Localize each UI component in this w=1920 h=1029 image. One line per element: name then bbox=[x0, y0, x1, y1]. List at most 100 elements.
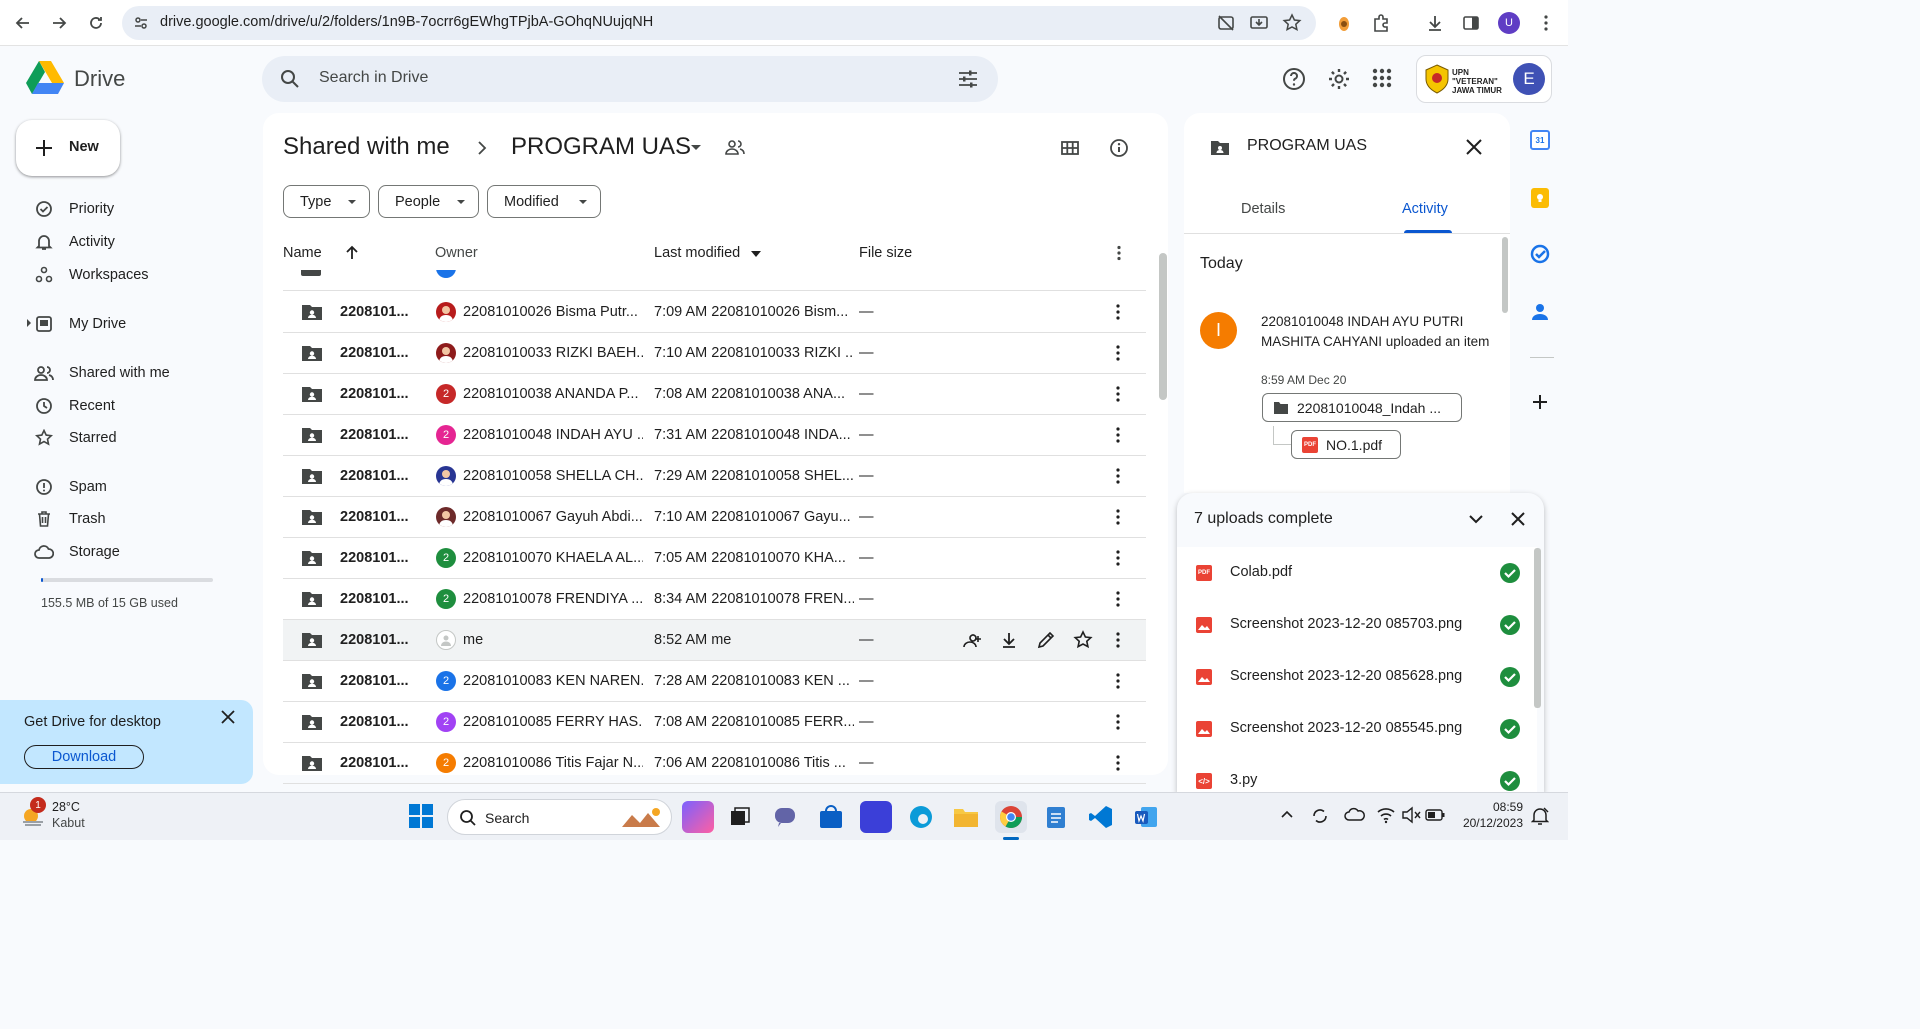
account-avatar[interactable]: E bbox=[1513, 63, 1545, 95]
table-row[interactable]: 2208101... 22081010033 RIZKI BAEH... 7:10 … bbox=[283, 333, 1146, 374]
tab-details[interactable]: Details bbox=[1241, 201, 1285, 217]
details-scrollbar[interactable] bbox=[1502, 237, 1508, 313]
sidebar-item-recent[interactable]: Recent bbox=[24, 390, 254, 422]
more-actions-icon[interactable] bbox=[1109, 425, 1127, 445]
more-actions-icon[interactable] bbox=[1109, 712, 1127, 732]
download-button[interactable]: Download bbox=[24, 745, 144, 769]
column-name[interactable]: Name bbox=[283, 245, 322, 261]
url-text[interactable]: drive.google.com/drive/u/2/folders/1n9B-… bbox=[160, 14, 653, 30]
table-row[interactable]: 2208101... 2 22081010048 INDAH AYU ... 7:31… bbox=[283, 415, 1146, 456]
keep-icon[interactable] bbox=[1531, 188, 1549, 208]
owner-avatar[interactable]: 2 bbox=[436, 425, 456, 445]
clock-date[interactable]: 20/12/2023 bbox=[1455, 816, 1523, 830]
table-row[interactable]: 2208101... 22081010058 SHELLA CH... 7:29 A… bbox=[283, 456, 1146, 497]
partial-top-row[interactable] bbox=[283, 270, 1146, 291]
column-last-modified[interactable]: Last modified bbox=[654, 245, 740, 261]
browser-menu-icon[interactable] bbox=[1536, 13, 1556, 33]
clock-time[interactable]: 08:59 bbox=[1477, 800, 1523, 814]
teams-chat-icon[interactable] bbox=[770, 801, 802, 833]
info-icon[interactable] bbox=[1109, 138, 1129, 158]
taskbar-search-box[interactable]: Search bbox=[447, 799, 672, 835]
tray-chevron-up-icon[interactable] bbox=[1280, 809, 1294, 819]
breadcrumb-current[interactable]: PROGRAM UAS bbox=[511, 133, 691, 161]
apps-grid-icon[interactable] bbox=[1371, 67, 1393, 89]
owner-avatar[interactable] bbox=[436, 630, 456, 650]
add-star-icon[interactable] bbox=[1073, 630, 1093, 650]
no-tracking-icon[interactable] bbox=[1216, 13, 1236, 33]
upload-item[interactable]: Screenshot 2023-12-20 085628.png bbox=[1177, 651, 1537, 703]
settings-gear-icon[interactable] bbox=[1327, 67, 1351, 91]
column-file-size[interactable]: File size bbox=[859, 245, 912, 261]
copilot-icon[interactable] bbox=[682, 801, 714, 833]
shared-folder-people-icon[interactable] bbox=[725, 138, 745, 156]
owner-avatar[interactable]: 2 bbox=[436, 671, 456, 691]
forward-icon[interactable] bbox=[49, 13, 69, 33]
file-explorer-icon[interactable] bbox=[950, 801, 982, 833]
profile-avatar[interactable]: U bbox=[1498, 12, 1520, 34]
add-addon-plus-icon[interactable] bbox=[1530, 392, 1550, 412]
more-actions-icon[interactable] bbox=[1109, 589, 1127, 609]
sidebar-item-activity[interactable]: Activity bbox=[24, 226, 254, 258]
weather-desc[interactable]: Kabut bbox=[52, 816, 85, 830]
activity-avatar[interactable]: I bbox=[1200, 312, 1237, 349]
activity-file-chip[interactable]: PDF NO.1.pdf bbox=[1291, 430, 1401, 459]
sidebar-item-storage[interactable]: Storage bbox=[24, 536, 254, 568]
sidebar-item-my-drive[interactable]: My Drive bbox=[24, 308, 254, 340]
owner-avatar[interactable] bbox=[436, 343, 456, 363]
rename-pencil-icon[interactable] bbox=[1036, 630, 1056, 650]
filter-type[interactable]: Type bbox=[283, 185, 370, 218]
sidebar-item-starred[interactable]: Starred bbox=[24, 422, 254, 454]
share-icon[interactable] bbox=[962, 630, 982, 650]
table-row[interactable]: 2208101... 2 22081010083 KEN NAREN... 7:28 … bbox=[283, 661, 1146, 702]
more-actions-icon[interactable] bbox=[1109, 671, 1127, 691]
collapse-chevron-icon[interactable] bbox=[1468, 513, 1484, 525]
task-view-icon[interactable] bbox=[724, 801, 756, 833]
upload-item[interactable]: PDF Colab.pdf bbox=[1177, 547, 1537, 599]
more-actions-icon[interactable] bbox=[1109, 507, 1127, 527]
more-actions-icon[interactable] bbox=[1109, 548, 1127, 568]
download-icon[interactable] bbox=[999, 630, 1019, 650]
extension-icon[interactable] bbox=[1335, 13, 1353, 33]
owner-avatar[interactable] bbox=[436, 302, 456, 322]
column-owner[interactable]: Owner bbox=[435, 245, 478, 261]
side-panel-icon[interactable] bbox=[1461, 13, 1481, 33]
search-options-icon[interactable] bbox=[957, 68, 979, 90]
help-icon[interactable] bbox=[1282, 67, 1306, 91]
edge-icon[interactable] bbox=[905, 801, 937, 833]
search-input[interactable]: Search in Drive bbox=[319, 69, 428, 87]
upload-item[interactable]: Screenshot 2023-12-20 085545.png bbox=[1177, 703, 1537, 755]
sidebar-item-shared-with-me[interactable]: Shared with me bbox=[24, 357, 254, 389]
sort-descending-caret-icon[interactable] bbox=[751, 251, 761, 257]
onedrive-icon[interactable] bbox=[1344, 806, 1366, 822]
activity-folder-chip[interactable]: 22081010048_Indah ... bbox=[1262, 393, 1462, 422]
sync-icon[interactable] bbox=[1310, 806, 1330, 826]
wifi-icon[interactable] bbox=[1376, 806, 1396, 824]
sidebar-item-workspaces[interactable]: Workspaces bbox=[24, 259, 254, 291]
owner-avatar[interactable]: 2 bbox=[436, 753, 456, 773]
more-options-icon[interactable] bbox=[1110, 244, 1128, 262]
sidebar-item-trash[interactable]: Trash bbox=[24, 503, 254, 535]
notepad-icon[interactable] bbox=[1040, 801, 1072, 833]
owner-avatar[interactable]: 2 bbox=[436, 548, 456, 568]
bookmark-star-icon[interactable] bbox=[1282, 13, 1302, 33]
filter-modified[interactable]: Modified bbox=[487, 185, 601, 218]
back-icon[interactable] bbox=[13, 13, 33, 33]
close-icon[interactable] bbox=[220, 709, 236, 725]
owner-avatar[interactable]: 2 bbox=[436, 589, 456, 609]
search-icon[interactable] bbox=[279, 68, 301, 90]
vscode-insiders-icon[interactable] bbox=[860, 801, 892, 833]
breadcrumb-parent[interactable]: Shared with me bbox=[283, 133, 450, 161]
word-icon[interactable] bbox=[1130, 801, 1162, 833]
sidebar-item-priority[interactable]: Priority bbox=[24, 193, 254, 225]
more-actions-icon[interactable] bbox=[1109, 753, 1127, 773]
table-row[interactable]: 2208101... 2 22081010038 ANANDA P... 7:08 A… bbox=[283, 374, 1146, 415]
table-row[interactable]: 2208101... 2 22081010085 FERRY HAS... 7:08 … bbox=[283, 702, 1146, 743]
notifications-bell-icon[interactable] bbox=[1531, 806, 1549, 826]
owner-avatar[interactable]: 2 bbox=[436, 384, 456, 404]
more-actions-icon[interactable] bbox=[1109, 630, 1127, 650]
tasks-icon[interactable] bbox=[1530, 244, 1550, 264]
volume-muted-icon[interactable] bbox=[1401, 806, 1421, 824]
more-actions-icon[interactable] bbox=[1109, 302, 1127, 322]
table-row[interactable]: 2208101... 2 22081010086 Titis Fajar N... 7… bbox=[283, 743, 1146, 784]
upload-item[interactable]: Screenshot 2023-12-20 085703.png bbox=[1177, 599, 1537, 651]
